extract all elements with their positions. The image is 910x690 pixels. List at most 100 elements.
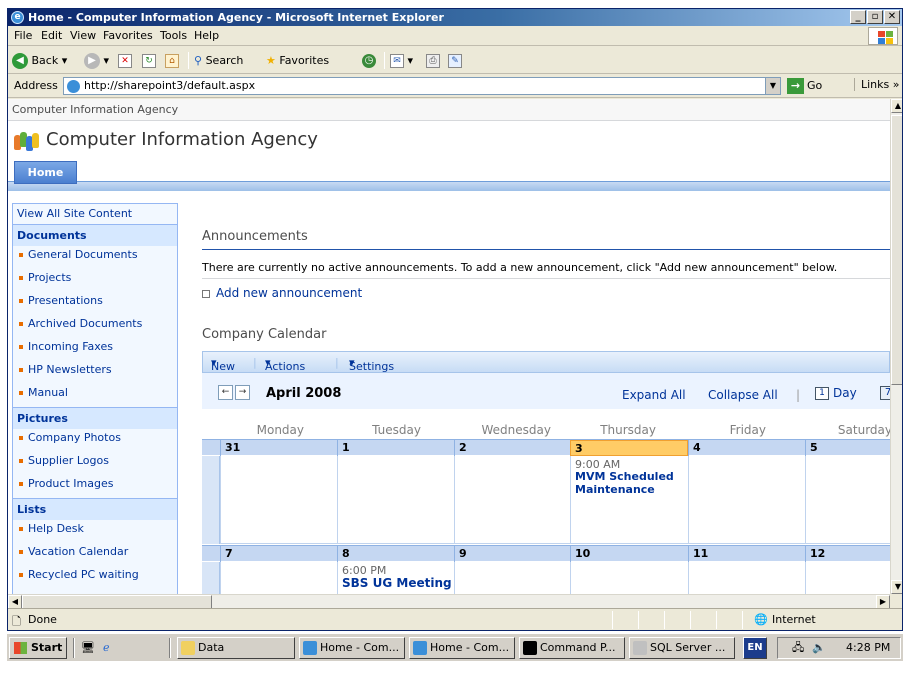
stop-button[interactable]: ✕ <box>118 51 132 70</box>
day-number[interactable]: 9 <box>454 546 570 562</box>
title-bar[interactable]: e Home - Computer Information Agency - M… <box>8 9 902 26</box>
start-button[interactable]: Start <box>9 637 67 659</box>
favorites-button[interactable]: ★ Favorites <box>266 51 329 70</box>
back-button[interactable]: ◀ Back ▾ <box>12 51 67 70</box>
event-link[interactable]: MVM Scheduled Maintenance <box>575 470 685 496</box>
day-number[interactable]: 8 <box>337 546 454 562</box>
view-all-site-content-link[interactable]: View All Site Content <box>13 204 177 224</box>
refresh-button[interactable]: ↻ <box>142 51 156 70</box>
address-input[interactable]: http://sharepoint3/default.aspx ▼ <box>63 77 781 95</box>
language-indicator[interactable]: EN <box>743 637 767 659</box>
announcements-title[interactable]: Announcements <box>202 229 308 244</box>
event-link[interactable]: SBS UG Meeting <box>342 577 452 590</box>
ie-quicklaunch-icon[interactable]: ℯ <box>103 638 110 657</box>
menu-file[interactable]: File <box>14 29 32 42</box>
day-cell[interactable] <box>220 562 337 594</box>
nav-item-vacation-calendar[interactable]: Vacation Calendar <box>13 543 177 566</box>
day-number[interactable]: 10 <box>570 546 688 562</box>
actions-menu[interactable]: Actions ▾ <box>265 356 305 373</box>
add-new-announcement-link[interactable]: Add new announcement <box>202 286 362 300</box>
taskbar-button-ie-2[interactable]: Home - Com... <box>409 637 515 659</box>
scroll-right-icon[interactable]: ▶ <box>876 595 890 609</box>
calendar-title[interactable]: Company Calendar <box>202 327 326 342</box>
links-button[interactable]: Links » <box>854 78 900 91</box>
new-menu[interactable]: New ▾ <box>211 356 235 373</box>
home-button[interactable]: ⌂ <box>165 51 179 70</box>
day-cell[interactable] <box>220 456 337 544</box>
nav-item-projects[interactable]: Projects <box>13 269 177 292</box>
day-cell[interactable] <box>688 562 805 594</box>
nav-item-supplier-logos[interactable]: Supplier Logos <box>13 452 177 475</box>
print-button[interactable]: ⎙ <box>426 51 440 70</box>
collapse-all-link[interactable]: Collapse All <box>708 388 778 402</box>
day-cell[interactable]: 6:00 PM SBS UG Meeting <box>337 562 454 594</box>
taskbar-button-data[interactable]: Data <box>177 637 295 659</box>
day-number[interactable]: 31 <box>220 440 337 456</box>
day-number[interactable]: 4 <box>688 440 805 456</box>
day-number[interactable]: 1 <box>337 440 454 456</box>
day-number[interactable]: 7 <box>220 546 337 562</box>
menu-help[interactable]: Help <box>194 29 219 42</box>
scroll-up-icon[interactable]: ▲ <box>891 99 902 113</box>
day-cell[interactable] <box>688 456 805 544</box>
next-month-button[interactable]: → <box>235 385 250 400</box>
nav-item-general-documents[interactable]: General Documents <box>13 246 177 269</box>
taskbar-button-command-prompt[interactable]: Command P... <box>519 637 625 659</box>
day-cell[interactable] <box>805 456 890 544</box>
tab-home[interactable]: Home <box>14 161 77 184</box>
day-number[interactable]: 2 <box>454 440 570 456</box>
day-number[interactable]: 5 <box>805 440 890 456</box>
nav-item-company-photos[interactable]: Company Photos <box>13 429 177 452</box>
site-title[interactable]: Computer Information Agency <box>46 129 318 150</box>
maximize-button[interactable]: ▫ <box>867 10 883 24</box>
expand-all-link[interactable]: Expand All <box>622 388 686 402</box>
today-day-number[interactable]: 3 <box>570 440 688 456</box>
menu-tools[interactable]: Tools <box>160 29 187 42</box>
close-button[interactable]: ✕ <box>884 10 900 24</box>
nav-item-manual[interactable]: Manual <box>13 384 177 407</box>
day-cell[interactable]: 9:00 AM MVM Scheduled Maintenance <box>570 456 688 544</box>
breadcrumb[interactable]: Computer Information Agency <box>8 99 890 121</box>
nav-section-pictures[interactable]: Pictures <box>13 407 177 429</box>
nav-section-lists[interactable]: Lists <box>13 498 177 520</box>
nav-section-documents[interactable]: Documents <box>13 224 177 246</box>
day-number[interactable]: 11 <box>688 546 805 562</box>
settings-menu[interactable]: Settings ▾ <box>349 356 394 373</box>
vertical-scroll-thumb[interactable] <box>891 115 902 385</box>
minimize-button[interactable]: _ <box>850 10 866 24</box>
show-desktop-icon[interactable]: 🖥 <box>81 638 95 657</box>
scroll-down-icon[interactable]: ▼ <box>891 580 902 594</box>
day-cell[interactable] <box>570 562 688 594</box>
horizontal-scroll-thumb[interactable] <box>22 595 212 609</box>
day-number[interactable]: 12 <box>805 546 890 562</box>
search-button[interactable]: ⚲ Search <box>194 51 243 70</box>
day-cell[interactable] <box>805 562 890 594</box>
day-cell[interactable] <box>454 456 570 544</box>
horizontal-scrollbar[interactable]: ◀ ▶ <box>8 594 890 609</box>
address-dropdown-icon[interactable]: ▼ <box>765 78 780 94</box>
day-view-button[interactable]: 1 Day <box>815 386 857 400</box>
nav-item-recycled-pc[interactable]: Recycled PC waiting <box>13 566 177 589</box>
menu-edit[interactable]: Edit <box>41 29 62 42</box>
vertical-scrollbar[interactable]: ▲ ▼ <box>890 99 902 594</box>
network-icon[interactable]: 🖧 <box>792 638 804 658</box>
edit-button[interactable]: ✎ <box>448 51 462 70</box>
menu-favorites[interactable]: Favorites <box>103 29 153 42</box>
clock[interactable]: 4:28 PM <box>846 638 890 658</box>
day-cell[interactable] <box>337 456 454 544</box>
volume-icon[interactable]: 🔈 <box>812 638 826 658</box>
previous-month-button[interactable]: ← <box>218 385 233 400</box>
nav-item-help-desk[interactable]: Help Desk <box>13 520 177 543</box>
nav-item-archived-documents[interactable]: Archived Documents <box>13 315 177 338</box>
nav-item-presentations[interactable]: Presentations <box>13 292 177 315</box>
menu-view[interactable]: View <box>70 29 96 42</box>
week-view-button[interactable]: 7 <box>880 386 890 400</box>
history-button[interactable]: ◷ <box>362 51 376 70</box>
go-button[interactable]: → Go <box>787 77 822 95</box>
nav-item-hp-newsletters[interactable]: HP Newsletters <box>13 361 177 384</box>
mail-button[interactable]: ✉ ▾ <box>390 51 413 70</box>
taskbar-button-ie-1[interactable]: Home - Com... <box>299 637 405 659</box>
scroll-left-icon[interactable]: ◀ <box>8 595 22 609</box>
forward-button[interactable]: ▶ ▾ <box>84 51 109 70</box>
nav-item-incoming-faxes[interactable]: Incoming Faxes <box>13 338 177 361</box>
